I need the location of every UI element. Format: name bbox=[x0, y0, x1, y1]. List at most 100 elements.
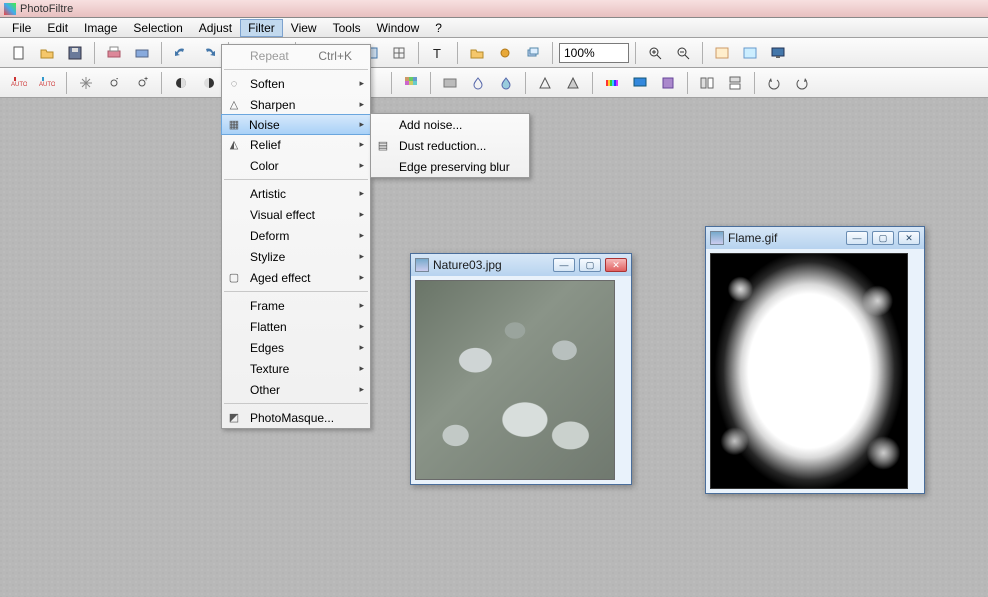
noise-edge-preserving-blur[interactable]: Edge preserving blur bbox=[371, 156, 529, 177]
tool-btn-f[interactable] bbox=[386, 40, 412, 66]
filter-artistic[interactable]: Artistic▸ bbox=[222, 183, 370, 204]
noise-dust-reduction[interactable]: ▤Dust reduction... bbox=[371, 135, 529, 156]
redo-button[interactable] bbox=[196, 40, 222, 66]
fullscreen-button[interactable] bbox=[765, 40, 791, 66]
minimize-button[interactable]: — bbox=[846, 231, 868, 245]
menu-image[interactable]: Image bbox=[76, 19, 125, 37]
filter-flatten[interactable]: Flatten▸ bbox=[222, 316, 370, 337]
noise-icon: ▦ bbox=[226, 118, 242, 131]
tool-btn-h[interactable] bbox=[492, 40, 518, 66]
file-image-icon bbox=[415, 258, 429, 272]
triangle-icon: △ bbox=[226, 98, 242, 111]
mdi-window-nature[interactable]: Nature03.jpg — ▢ ✕ bbox=[410, 253, 632, 485]
close-button[interactable]: ✕ bbox=[605, 258, 627, 272]
photomasque-icon: ◩ bbox=[226, 411, 242, 424]
zoom-in-icon bbox=[647, 45, 663, 61]
minimize-button[interactable]: — bbox=[553, 258, 575, 272]
filter-repeat[interactable]: Repeat Ctrl+K bbox=[222, 45, 370, 66]
mdi-titlebar-nature[interactable]: Nature03.jpg — ▢ ✕ bbox=[411, 254, 631, 276]
tool-btn-i[interactable] bbox=[520, 40, 546, 66]
mdi-window-flame[interactable]: Flame.gif — ▢ ✕ bbox=[705, 226, 925, 494]
grid-icon bbox=[391, 45, 407, 61]
filter-noise[interactable]: ▦Noise▸ bbox=[221, 114, 371, 135]
menu-tools[interactable]: Tools bbox=[325, 19, 369, 37]
svg-text:-: - bbox=[116, 76, 119, 83]
btn-c8[interactable] bbox=[627, 70, 653, 96]
menu-filter[interactable]: Filter bbox=[240, 19, 283, 37]
menu-file[interactable]: File bbox=[4, 19, 39, 37]
chevron-right-icon: ▸ bbox=[359, 230, 364, 241]
zoom-combo[interactable]: 100% bbox=[559, 43, 629, 63]
tool-btn-j[interactable] bbox=[709, 40, 735, 66]
filter-sharpen[interactable]: △Sharpen▸ bbox=[222, 94, 370, 115]
noise-add-noise[interactable]: Add noise... bbox=[371, 114, 529, 135]
btn-b1[interactable] bbox=[73, 70, 99, 96]
filter-soften[interactable]: ◌Soften▸ bbox=[222, 73, 370, 94]
save-button[interactable] bbox=[62, 40, 88, 66]
menu-selection[interactable]: Selection bbox=[125, 19, 190, 37]
auto1-button[interactable]: AUTO bbox=[6, 70, 32, 96]
mdi-titlebar-flame[interactable]: Flame.gif — ▢ ✕ bbox=[706, 227, 924, 249]
undo-button[interactable] bbox=[168, 40, 194, 66]
rotate-l-button[interactable] bbox=[761, 70, 787, 96]
tool-btn-k[interactable] bbox=[737, 40, 763, 66]
filter-texture[interactable]: Texture▸ bbox=[222, 358, 370, 379]
app-title: PhotoFiltre bbox=[20, 3, 73, 15]
print-button[interactable] bbox=[101, 40, 127, 66]
btn-b2[interactable]: - bbox=[101, 70, 127, 96]
flip-v-button[interactable] bbox=[722, 70, 748, 96]
btn-c1[interactable] bbox=[398, 70, 424, 96]
menu-window[interactable]: Window bbox=[369, 19, 428, 37]
btn-c2[interactable] bbox=[437, 70, 463, 96]
relief-icon: ◭ bbox=[226, 138, 242, 151]
btn-c3[interactable] bbox=[465, 70, 491, 96]
filter-deform[interactable]: Deform▸ bbox=[222, 225, 370, 246]
open-file-button[interactable] bbox=[34, 40, 60, 66]
btn-c6[interactable] bbox=[560, 70, 586, 96]
filter-color[interactable]: Color▸ bbox=[222, 155, 370, 176]
filter-other[interactable]: Other▸ bbox=[222, 379, 370, 400]
filter-repeat-label: Repeat bbox=[250, 49, 289, 63]
mask-icon bbox=[660, 75, 676, 91]
maximize-button[interactable]: ▢ bbox=[579, 258, 601, 272]
sun-plus-icon: + bbox=[134, 75, 150, 91]
chevron-right-icon: ▸ bbox=[359, 99, 364, 110]
btn-c7[interactable] bbox=[599, 70, 625, 96]
scan-button[interactable] bbox=[129, 40, 155, 66]
blur-drop-icon bbox=[470, 75, 486, 91]
chevron-right-icon: ▸ bbox=[359, 188, 364, 199]
zoom-in-button[interactable] bbox=[642, 40, 668, 66]
btn-c5[interactable] bbox=[532, 70, 558, 96]
filter-relief[interactable]: ◭Relief▸ bbox=[222, 134, 370, 155]
menu-help[interactable]: ? bbox=[427, 19, 450, 37]
auto2-button[interactable]: AUTO bbox=[34, 70, 60, 96]
blur-drop2-icon bbox=[498, 75, 514, 91]
floppy-icon bbox=[67, 45, 83, 61]
filter-photomasque[interactable]: ◩PhotoMasque... bbox=[222, 407, 370, 428]
zoom-out-button[interactable] bbox=[670, 40, 696, 66]
btn-b5[interactable] bbox=[196, 70, 222, 96]
filter-visual-effect[interactable]: Visual effect▸ bbox=[222, 204, 370, 225]
btn-b3[interactable]: + bbox=[129, 70, 155, 96]
zoom-value: 100% bbox=[564, 46, 595, 60]
filter-aged-effect[interactable]: ▢Aged effect▸ bbox=[222, 267, 370, 288]
close-button[interactable]: ✕ bbox=[898, 231, 920, 245]
filter-frame[interactable]: Frame▸ bbox=[222, 295, 370, 316]
maximize-button[interactable]: ▢ bbox=[872, 231, 894, 245]
filter-edges[interactable]: Edges▸ bbox=[222, 337, 370, 358]
tool-btn-g[interactable] bbox=[464, 40, 490, 66]
redo-icon bbox=[201, 45, 217, 61]
btn-c9[interactable] bbox=[655, 70, 681, 96]
open-folder-icon bbox=[39, 45, 55, 61]
flip-h-button[interactable] bbox=[694, 70, 720, 96]
rotate-r-button[interactable] bbox=[789, 70, 815, 96]
filter-stylize[interactable]: Stylize▸ bbox=[222, 246, 370, 267]
menu-adjust[interactable]: Adjust bbox=[191, 19, 240, 37]
menu-view[interactable]: View bbox=[283, 19, 325, 37]
menu-edit[interactable]: Edit bbox=[39, 19, 76, 37]
new-file-button[interactable] bbox=[6, 40, 32, 66]
text-button[interactable]: T bbox=[425, 40, 451, 66]
btn-b4[interactable] bbox=[168, 70, 194, 96]
btn-c4[interactable] bbox=[493, 70, 519, 96]
chevron-right-icon: ▸ bbox=[359, 251, 364, 262]
